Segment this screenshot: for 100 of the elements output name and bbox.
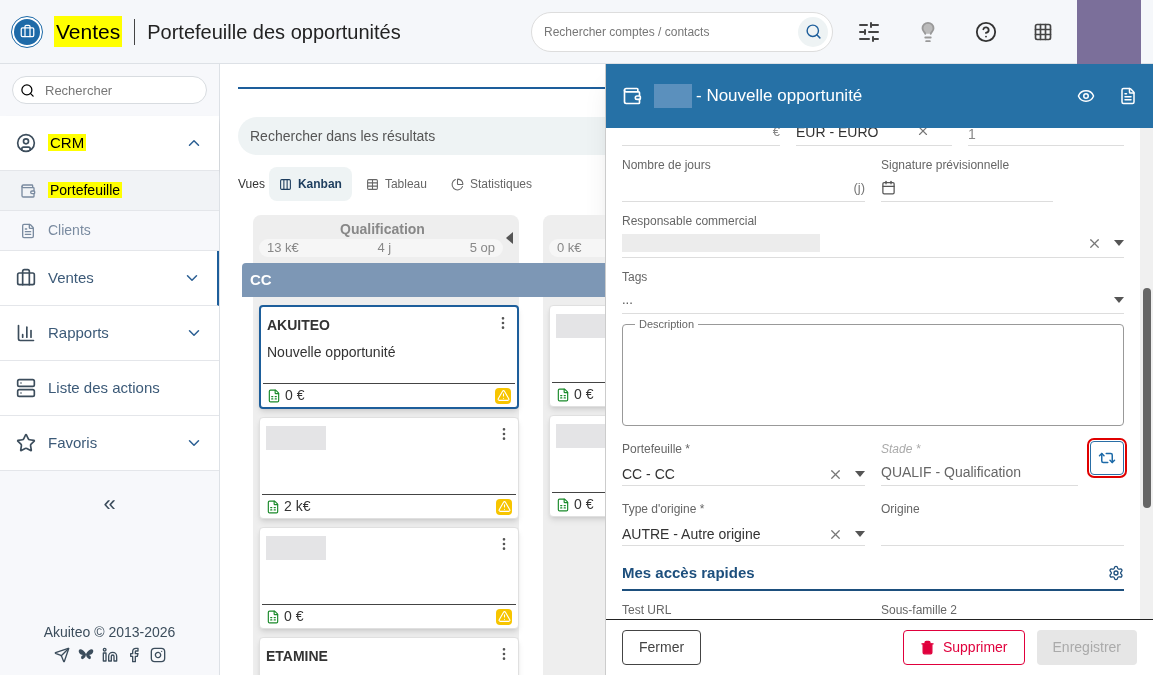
blurred-text-placeholder	[266, 536, 326, 560]
field-label: Signature prévisionnelle	[881, 157, 1011, 174]
view-tab[interactable]: Statistiques	[440, 167, 542, 201]
card-subtitle: Nouvelle opportunité	[267, 343, 396, 362]
select-field[interactable]: Type d'origine * AUTRE - Autre origine	[622, 490, 865, 546]
search-icon	[804, 23, 822, 40]
view-icon	[278, 177, 292, 191]
apps-grid-icon[interactable]	[1033, 21, 1053, 42]
submenu-icon	[20, 182, 36, 199]
select-field[interactable]: Portefeuille * CC - CC	[622, 430, 865, 486]
sidebar-item[interactable]: Favoris	[0, 416, 219, 471]
field-label: Tags	[622, 269, 649, 286]
field-label: Sous-famille 2	[881, 601, 959, 615]
drawer-title: - Nouvelle opportunité	[696, 85, 863, 108]
column-stat: 0 k€	[557, 239, 582, 258]
dropdown-caret-icon[interactable]	[1114, 296, 1124, 303]
opportunity-card[interactable]: 0 €	[549, 305, 605, 407]
blurred-text-placeholder	[266, 426, 326, 450]
card-amount: 0 €	[574, 495, 594, 514]
submenu-icon	[20, 222, 36, 239]
blurred-text-placeholder	[654, 84, 692, 108]
copyright-text: Akuiteo © 2013-2026	[43, 623, 176, 642]
field-label: Origine	[881, 501, 921, 518]
calendar-icon[interactable]	[881, 180, 896, 195]
unit-suffix: (j)	[853, 179, 865, 197]
exchange-rate-value: 1	[968, 128, 976, 142]
column-stat: 5 op	[469, 239, 495, 258]
group-header-band: CC	[242, 263, 605, 297]
currency-select[interactable]: EUR - EURO	[796, 128, 952, 146]
field-label: Responsable commercial	[622, 213, 758, 230]
collapse-column-icon[interactable]	[506, 232, 513, 244]
select-field[interactable]: Responsable commercial	[622, 202, 1124, 258]
view-tab[interactable]: Tableau	[355, 167, 437, 201]
document-icon	[267, 388, 281, 403]
document-icon	[556, 497, 570, 512]
card-amount: 0 €	[284, 607, 304, 626]
global-search-field[interactable]: Rechercher comptes / contacts	[531, 11, 833, 52]
field-label: Nombre de jours	[622, 157, 712, 174]
blurred-text-placeholder	[556, 314, 605, 338]
menu-icon	[16, 433, 36, 453]
view-icon	[450, 177, 464, 191]
results-search-field[interactable]: Rechercher dans les résultats	[238, 117, 605, 155]
column-title: Qualification	[339, 220, 426, 239]
sidebar-subitem[interactable]: Portefeuille	[0, 171, 219, 211]
search-icon	[20, 83, 35, 98]
app-logo	[12, 16, 42, 47]
menu-icon	[16, 378, 36, 398]
stage-field: Stade * QUALIF - Qualification	[881, 430, 1078, 486]
dropdown-caret-icon[interactable]	[855, 531, 865, 537]
document-icon	[266, 499, 280, 514]
sidebar-search-field[interactable]: Rechercher	[12, 76, 207, 104]
help-icon[interactable]	[975, 20, 997, 43]
trash-icon	[919, 640, 935, 655]
clear-icon[interactable]	[916, 128, 930, 138]
menu-icon	[16, 268, 36, 288]
tags-field[interactable]: Tags ...	[622, 258, 1124, 314]
opportunity-card[interactable]: 0 €	[549, 415, 605, 517]
card-amount: 0 €	[285, 386, 305, 405]
opportunity-card[interactable]: ETAMINE	[259, 637, 519, 675]
document-icon[interactable]	[1119, 87, 1137, 105]
sidebar-item[interactable]: Rapports	[0, 306, 219, 361]
collapse-sidebar-button[interactable]: «	[103, 487, 116, 520]
section-title: Mes accès rapides	[622, 563, 755, 583]
preview-icon[interactable]	[1077, 87, 1095, 105]
wallet-icon	[622, 86, 642, 106]
card-amount: 0 €	[574, 385, 594, 404]
instagram-icon[interactable]	[149, 647, 166, 663]
dropdown-caret-icon[interactable]	[1114, 240, 1124, 246]
field-label: Test URL	[622, 601, 673, 615]
menu-icon	[16, 323, 36, 343]
card-title: ETAMINE	[266, 647, 328, 666]
card-title: AKUITEO	[267, 316, 331, 335]
dropdown-caret-icon[interactable]	[855, 471, 865, 477]
view-icon	[365, 177, 379, 191]
filters-icon[interactable]	[857, 19, 881, 44]
linkedin-icon[interactable]	[101, 647, 118, 663]
opportunity-card[interactable]: AKUITEO Nouvelle opportunité 0 €	[259, 305, 519, 409]
opportunity-card[interactable]: 2 k€	[259, 417, 519, 519]
field-label: Stade *	[881, 441, 922, 458]
field-label: Portefeuille *	[622, 441, 692, 458]
footer-button[interactable]: Supprimer	[902, 630, 1025, 665]
sidebar-item[interactable]: CRM	[0, 116, 219, 171]
page-title: Portefeuille des opportunités	[147, 19, 401, 45]
text-field[interactable]: Origine	[881, 490, 1124, 546]
document-icon	[266, 609, 280, 624]
views-label: Vues	[238, 176, 265, 193]
card-amount: 2 k€	[284, 497, 311, 516]
column-stat: 4 j	[377, 239, 392, 258]
app-name: Ventes	[54, 15, 123, 48]
field-label: Type d'origine *	[622, 501, 706, 518]
menu-icon	[16, 133, 36, 153]
sidebar-item[interactable]: Ventes	[0, 251, 219, 306]
view-tab[interactable]: Kanban	[268, 167, 352, 201]
settings-icon[interactable]	[1108, 565, 1124, 582]
sidebar-item[interactable]: Liste des actions	[0, 361, 219, 416]
plane-icon[interactable]	[53, 647, 70, 663]
opportunity-card[interactable]: 0 €	[259, 527, 519, 629]
footer-button[interactable]: Fermer	[622, 630, 702, 665]
document-icon	[556, 387, 570, 402]
blurred-text-placeholder	[556, 424, 605, 448]
